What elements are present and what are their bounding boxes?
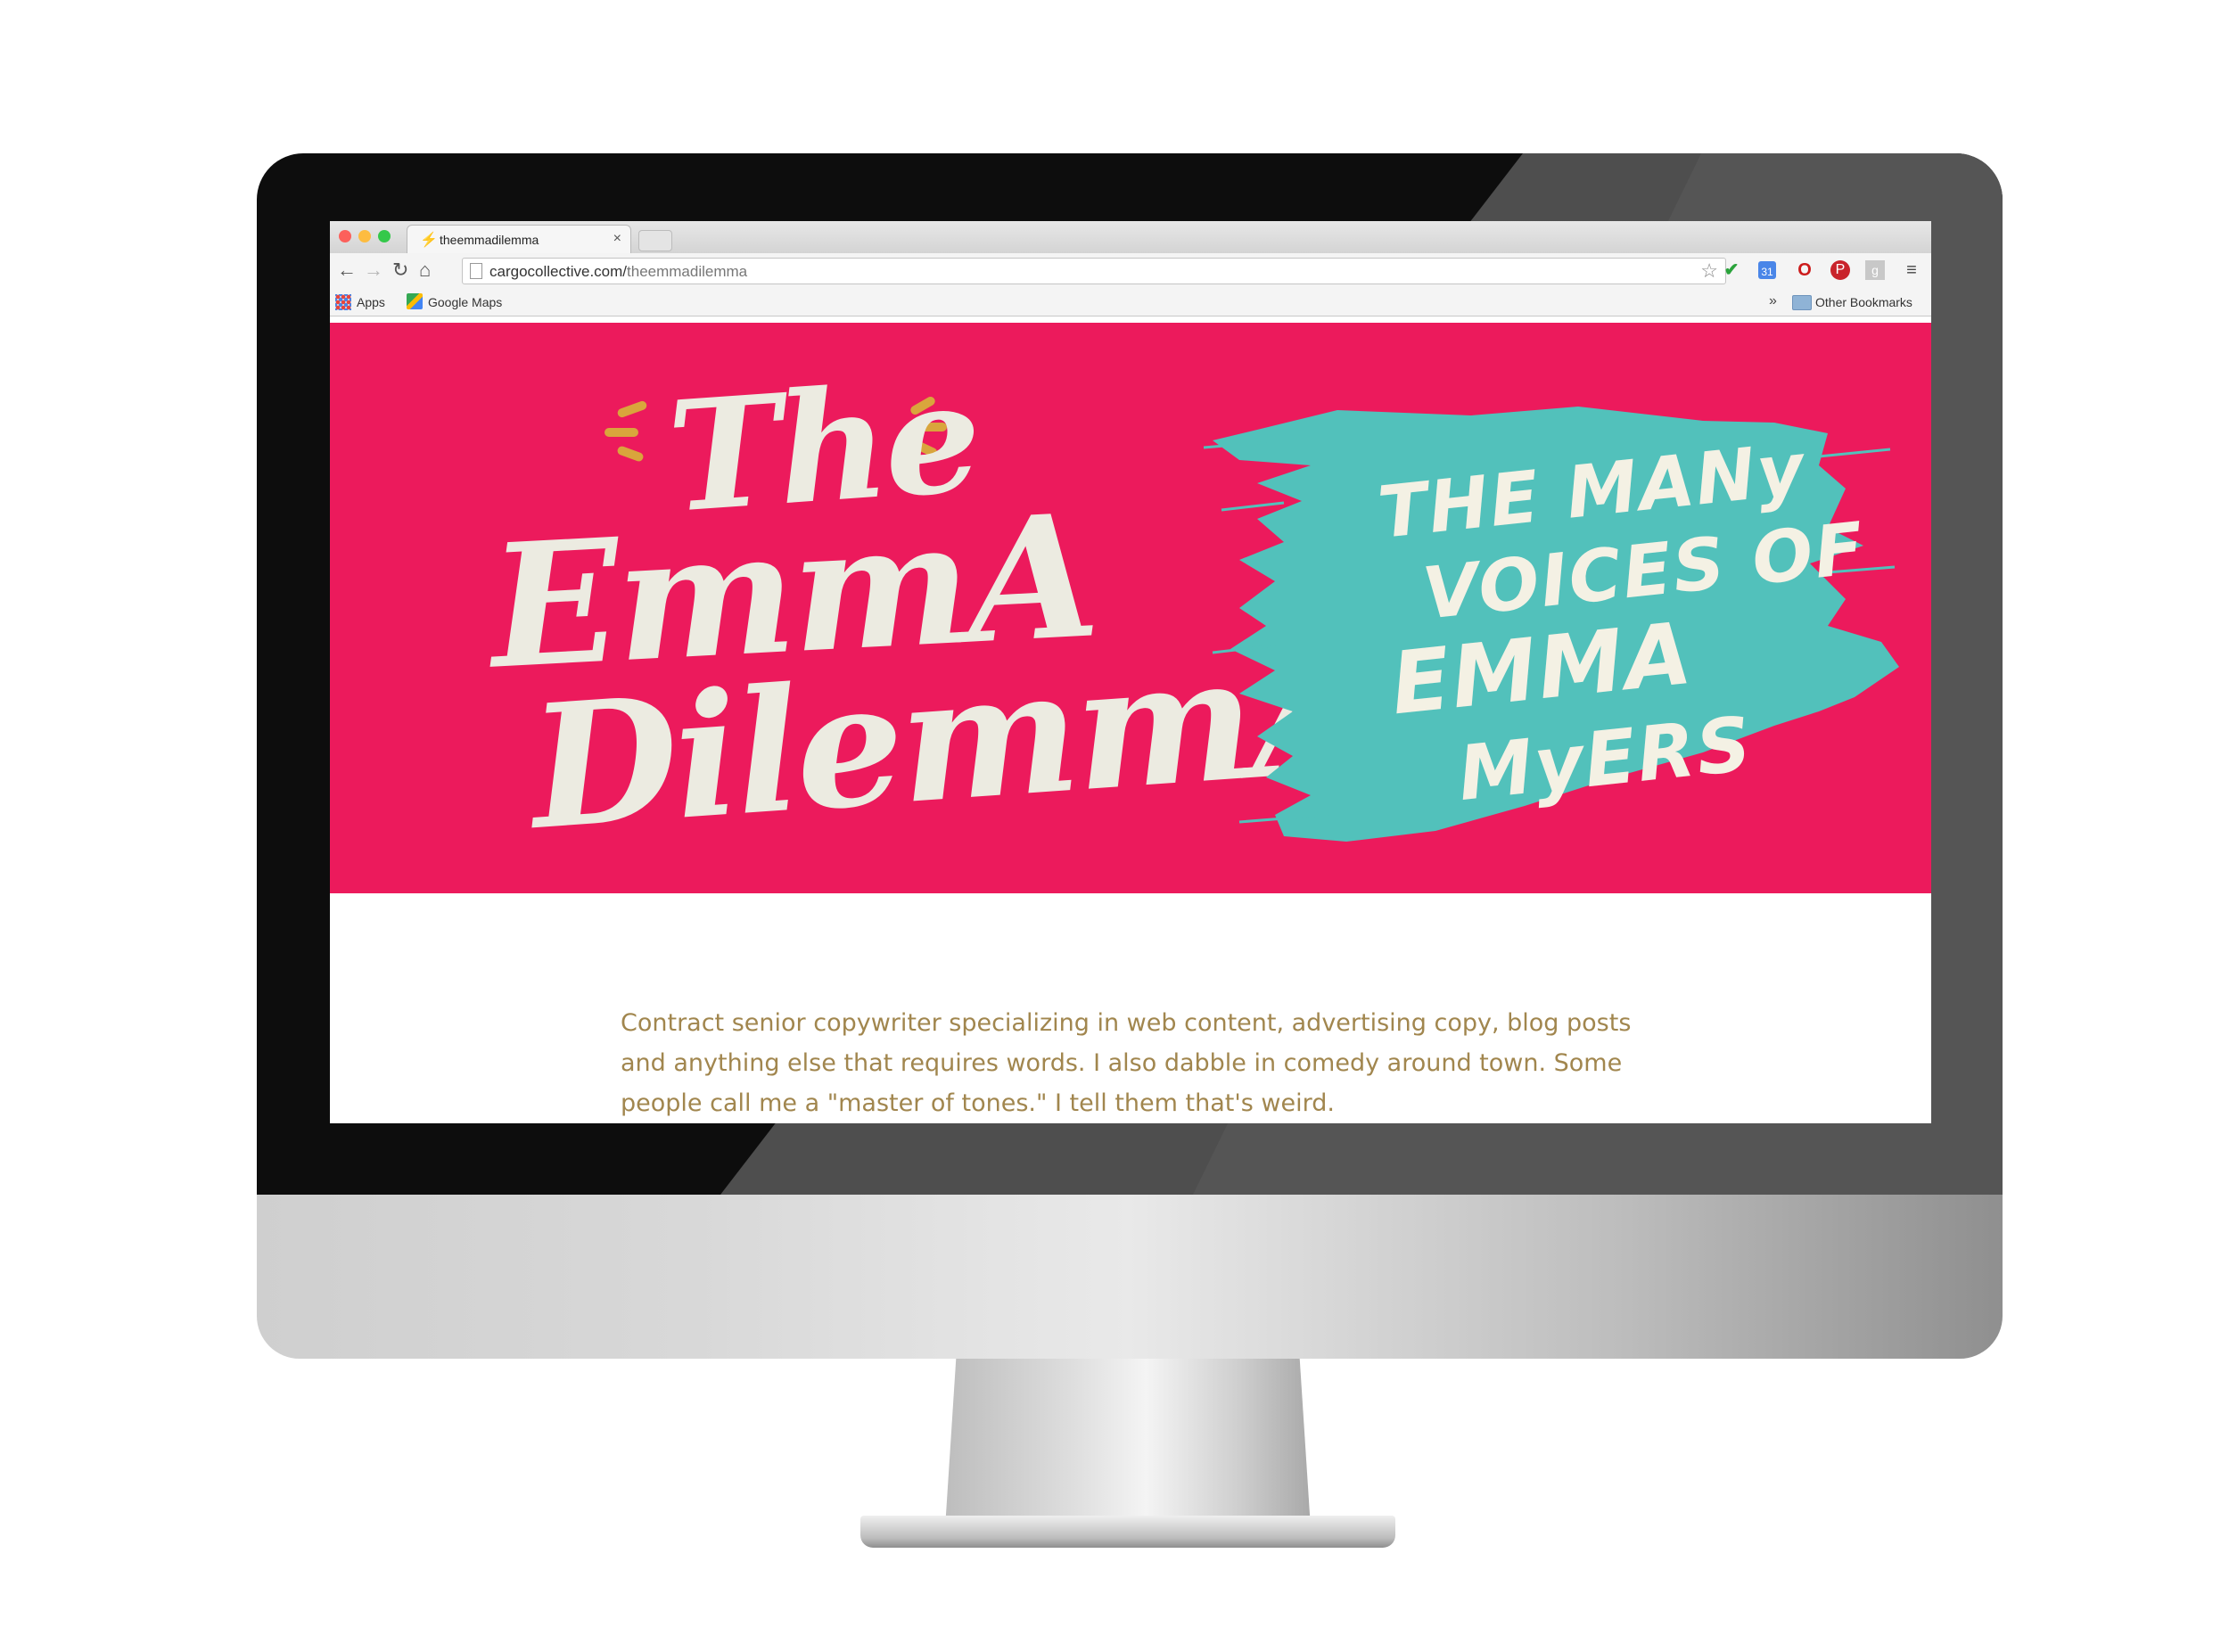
- opera-extension-icon[interactable]: O: [1794, 259, 1815, 281]
- folder-icon[interactable]: [1792, 295, 1812, 310]
- bio-paragraph: Contract senior copywriter specializing …: [621, 1009, 1632, 1117]
- minimize-window-button[interactable]: [358, 230, 371, 242]
- forward-arrow-icon[interactable]: →: [364, 259, 383, 282]
- pinterest-extension-icon[interactable]: P: [1830, 260, 1850, 280]
- home-icon[interactable]: ⌂: [419, 259, 431, 282]
- google-maps-icon[interactable]: [407, 293, 423, 309]
- calendar-extension-icon[interactable]: 31: [1758, 261, 1776, 279]
- browser-window: ⚡ theemmadilemma × ← → ↻ ⌂ cargocollecti…: [330, 221, 1931, 1123]
- bookmark-other[interactable]: Other Bookmarks: [1815, 295, 1912, 309]
- bookmark-star-icon[interactable]: ☆: [1700, 259, 1718, 283]
- close-icon[interactable]: ×: [613, 231, 621, 247]
- bookmark-google-maps[interactable]: Google Maps: [428, 295, 502, 309]
- tab-bar: ⚡ theemmadilemma ×: [330, 221, 1931, 254]
- reload-icon[interactable]: ↻: [392, 259, 408, 282]
- address-bar[interactable]: cargocollective.com/theemmadilemma ☆: [462, 258, 1726, 284]
- hero-banner: The EmmA DilemmA THE MANy VOICES OF EMMA…: [330, 323, 1931, 893]
- url-path: theemmadilemma: [627, 263, 748, 280]
- url-text: cargocollective.com/theemmadilemma: [489, 263, 747, 281]
- page-icon: [470, 263, 482, 279]
- google-plus-extension-icon[interactable]: g: [1865, 260, 1885, 280]
- bookmarks-overflow-icon[interactable]: »: [1769, 293, 1777, 309]
- close-window-button[interactable]: [339, 230, 351, 242]
- bookmark-apps[interactable]: Apps: [357, 295, 385, 309]
- bolt-icon: ⚡: [420, 233, 438, 248]
- monitor-base: [860, 1516, 1395, 1548]
- new-tab-button[interactable]: [638, 230, 672, 251]
- menu-icon[interactable]: ≡: [1901, 259, 1922, 281]
- back-arrow-icon[interactable]: ←: [337, 259, 357, 282]
- bookmarks-bar: Apps Google Maps » Other Bookmarks: [330, 289, 1931, 316]
- apps-grid-icon[interactable]: [335, 294, 351, 310]
- monitor-chin: [257, 1195, 2003, 1359]
- tab-title: theemmadilemma: [440, 233, 539, 247]
- checkmark-extension-icon[interactable]: ✔: [1721, 259, 1742, 281]
- browser-toolbar: ← → ↻ ⌂ cargocollective.com/theemmadilem…: [330, 253, 1931, 289]
- tab-theemmadilemma[interactable]: ⚡ theemmadilemma ×: [407, 225, 631, 254]
- zoom-window-button[interactable]: [378, 230, 391, 242]
- url-host: cargocollective.com/: [489, 263, 628, 280]
- monitor-stand: [945, 1359, 1311, 1528]
